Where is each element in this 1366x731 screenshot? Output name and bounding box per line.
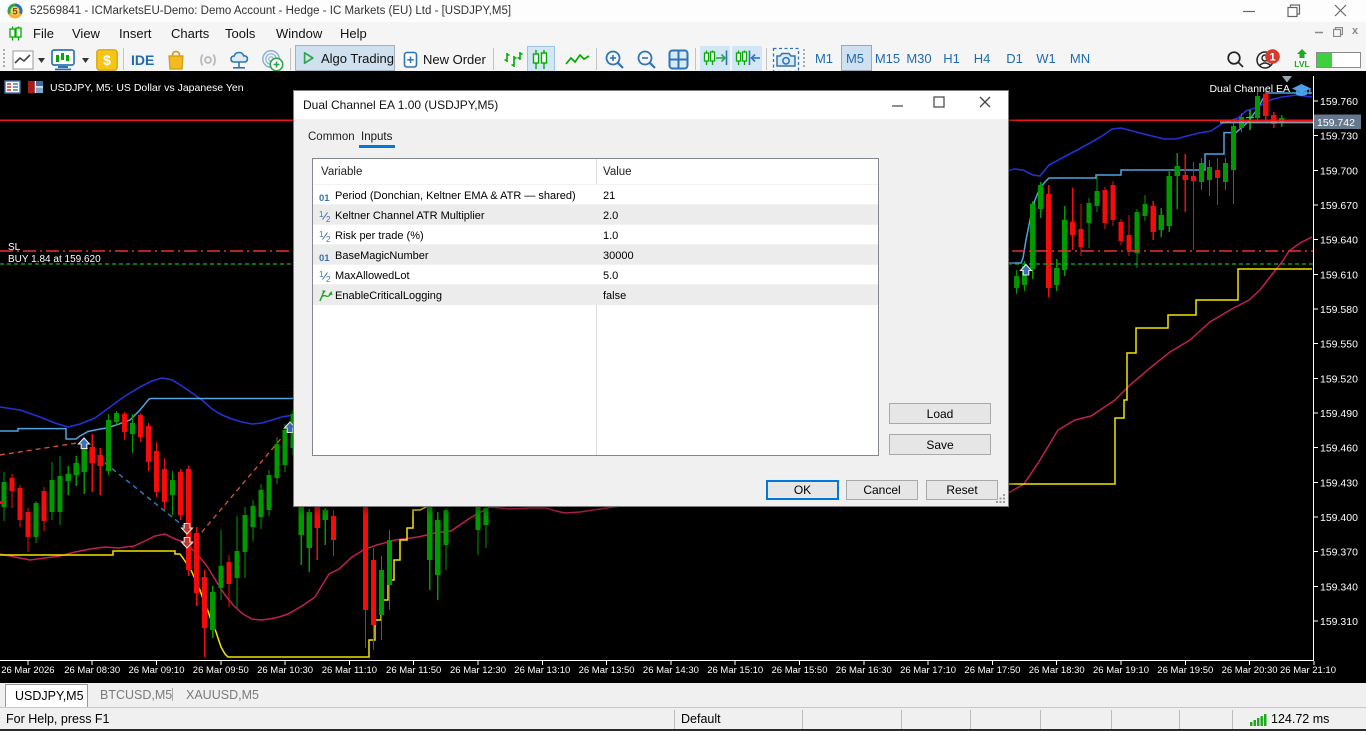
svg-text:159.400: 159.400 xyxy=(1320,512,1358,524)
svg-text:Dual Channel EA: Dual Channel EA xyxy=(1209,83,1290,95)
svg-text:26 Mar 13:10: 26 Mar 13:10 xyxy=(514,665,570,676)
svg-text:26 Mar 13:50: 26 Mar 13:50 xyxy=(579,665,635,676)
svg-text:159.640: 159.640 xyxy=(1320,235,1358,247)
svg-text:USDJPY, M5: US Dollar vs Japa: USDJPY, M5: US Dollar vs Japanese Yen xyxy=(50,82,244,94)
svg-text:159.490: 159.490 xyxy=(1320,408,1358,420)
svg-text:26 Mar 15:10: 26 Mar 15:10 xyxy=(707,665,763,676)
svg-text:LVL: LVL xyxy=(1294,59,1309,68)
svg-text:159.520: 159.520 xyxy=(1320,373,1358,385)
svg-text:159.460: 159.460 xyxy=(1320,443,1358,455)
svg-text:159.610: 159.610 xyxy=(1320,269,1358,281)
svg-text:26 Mar 16:30: 26 Mar 16:30 xyxy=(836,665,892,676)
svg-text:159.670: 159.670 xyxy=(1320,200,1358,212)
svg-text:26 Mar 09:50: 26 Mar 09:50 xyxy=(193,665,249,676)
svg-text:26 Mar 19:10: 26 Mar 19:10 xyxy=(1093,665,1149,676)
svg-text:26 Mar 11:50: 26 Mar 11:50 xyxy=(386,665,441,676)
svg-text:01: 01 xyxy=(319,193,330,202)
svg-text:$: $ xyxy=(103,52,111,68)
svg-text:159.700: 159.700 xyxy=(1320,165,1358,177)
svg-text:26 Mar 18:30: 26 Mar 18:30 xyxy=(1029,665,1085,676)
svg-text:26 Mar 17:50: 26 Mar 17:50 xyxy=(964,665,1020,676)
svg-text:2: 2 xyxy=(326,235,331,242)
svg-text:26 Mar 12:30: 26 Mar 12:30 xyxy=(450,665,506,676)
svg-text:1: 1 xyxy=(1269,52,1275,64)
svg-text:26 Mar 2026: 26 Mar 2026 xyxy=(1,665,54,676)
svg-text:159.580: 159.580 xyxy=(1320,304,1358,316)
svg-text:26 Mar 09:10: 26 Mar 09:10 xyxy=(129,665,185,676)
svg-text:26 Mar 10:30: 26 Mar 10:30 xyxy=(257,665,313,676)
svg-text:159.550: 159.550 xyxy=(1320,339,1358,351)
svg-text:26 Mar 17:10: 26 Mar 17:10 xyxy=(900,665,956,676)
svg-text:159.370: 159.370 xyxy=(1320,547,1358,559)
svg-text:159.310: 159.310 xyxy=(1320,616,1358,628)
svg-text:26 Mar 11:10: 26 Mar 11:10 xyxy=(322,665,377,676)
svg-text:BUY 1.84 at 159.620: BUY 1.84 at 159.620 xyxy=(8,254,101,265)
svg-text:159.430: 159.430 xyxy=(1320,477,1358,489)
svg-text:159.742: 159.742 xyxy=(1317,117,1355,129)
svg-text:SL: SL xyxy=(8,242,21,253)
svg-text:159.760: 159.760 xyxy=(1320,96,1358,108)
svg-text:01: 01 xyxy=(319,253,330,262)
svg-text:26 Mar 14:30: 26 Mar 14:30 xyxy=(643,665,699,676)
svg-text:26 Mar 19:50: 26 Mar 19:50 xyxy=(1157,665,1213,676)
svg-text:2: 2 xyxy=(326,215,331,222)
svg-text:5: 5 xyxy=(12,7,18,18)
svg-text:26 Mar 15:50: 26 Mar 15:50 xyxy=(772,665,828,676)
svg-text:2: 2 xyxy=(326,275,331,282)
svg-text:159.730: 159.730 xyxy=(1320,131,1358,143)
svg-text:26 Mar 21:10: 26 Mar 21:10 xyxy=(1280,665,1336,676)
svg-text:26 Mar 08:30: 26 Mar 08:30 xyxy=(64,665,120,676)
svg-text:26 Mar 20:30: 26 Mar 20:30 xyxy=(1222,665,1278,676)
svg-text:159.340: 159.340 xyxy=(1320,581,1358,593)
